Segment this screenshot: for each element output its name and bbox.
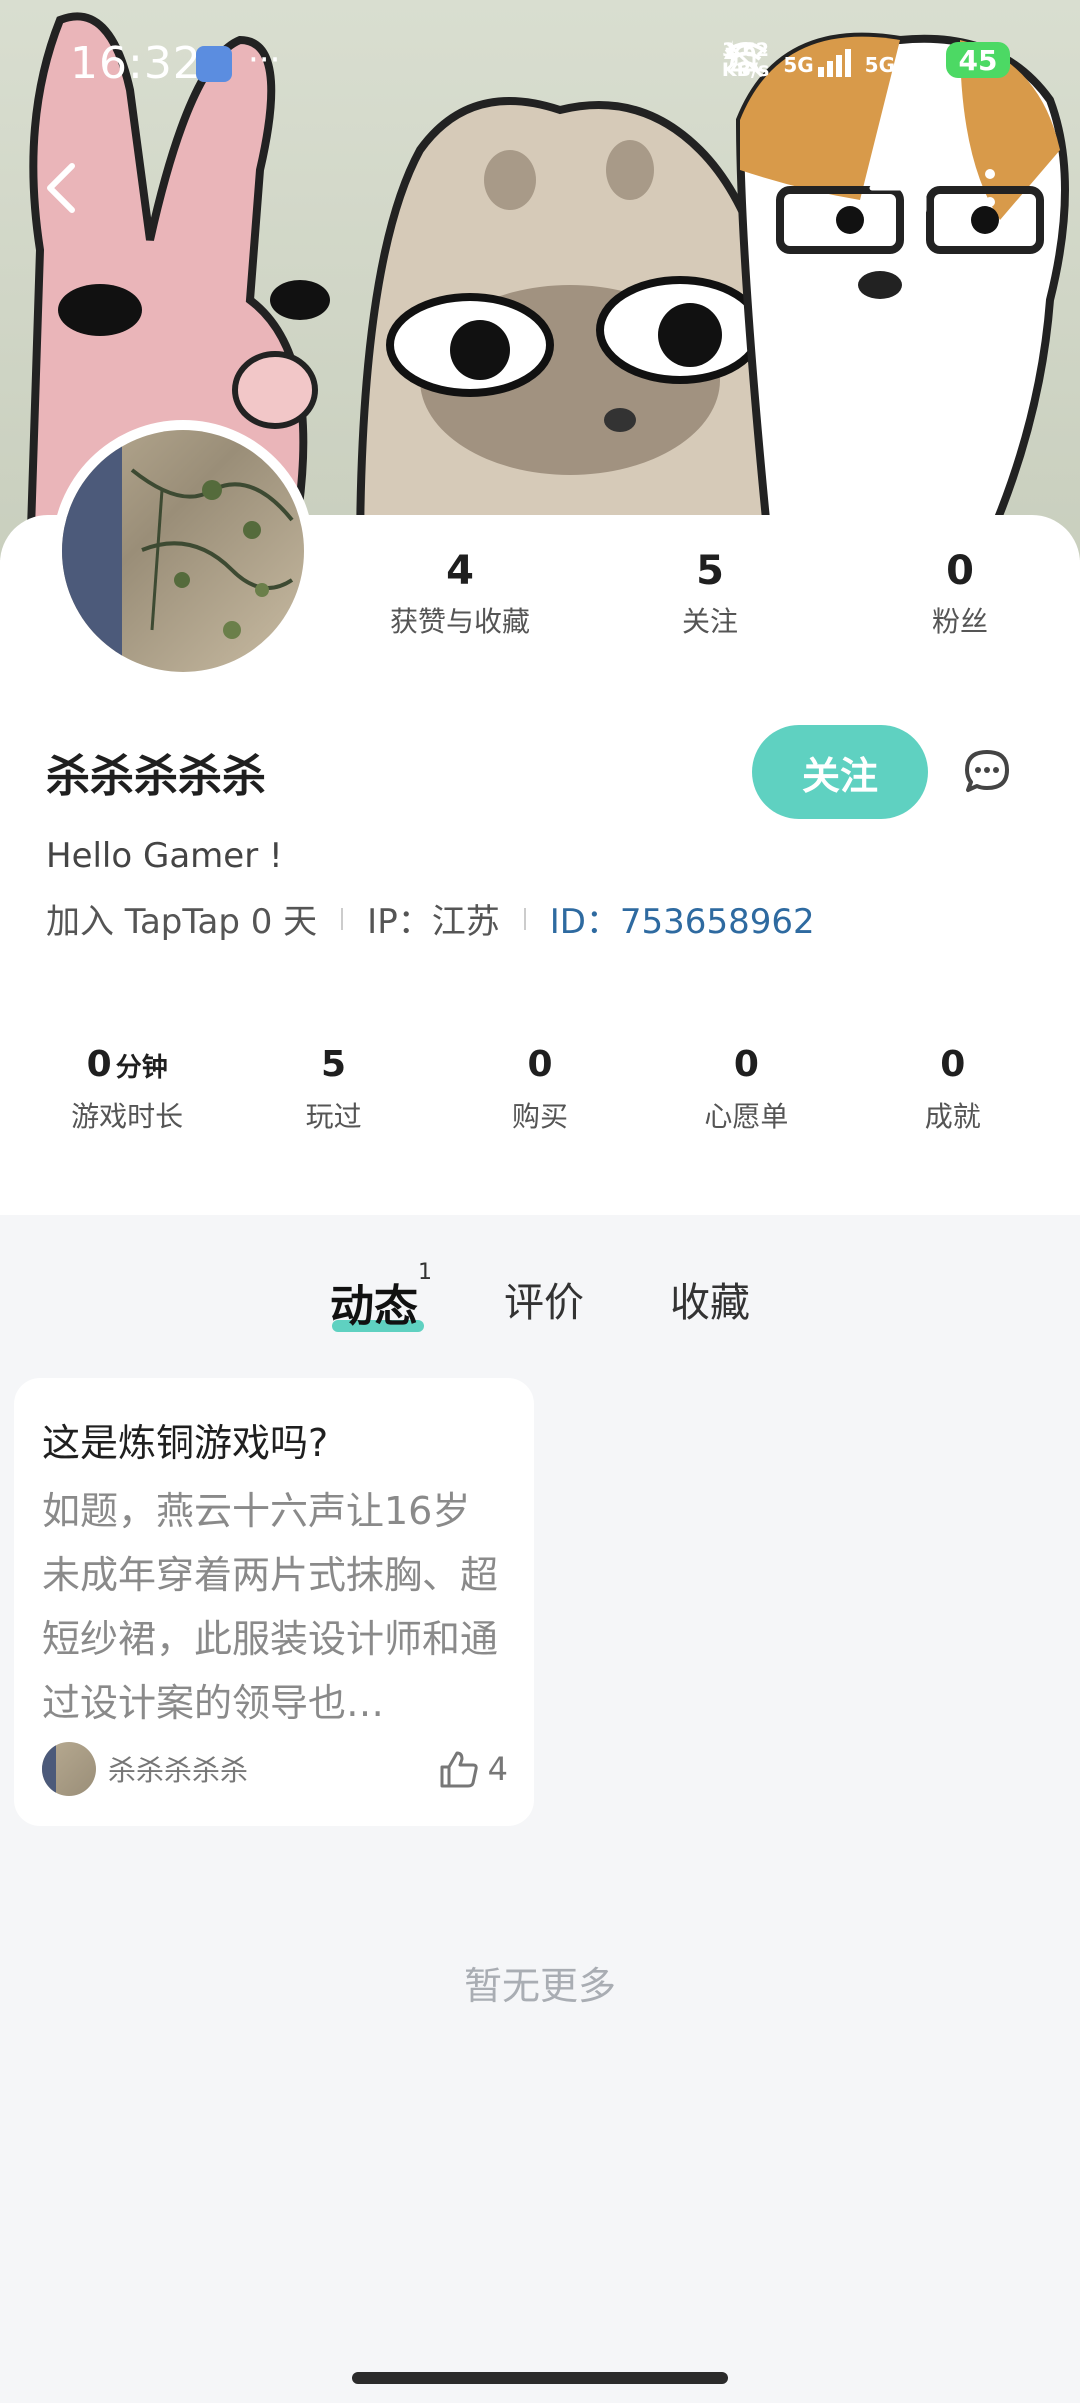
tab-moments[interactable]: 动态 1	[330, 1260, 432, 1334]
thumbs-up-icon	[440, 1751, 478, 1788]
game-stats-card: 0 分钟 游戏时长 5 玩过 0 购买 0 心愿单 0 成就	[24, 972, 1056, 1206]
no-more-text: 暂无更多	[463, 1964, 616, 2008]
profile-meta: 加入 TapTap 0 天 IP：江苏 ID：753658962	[46, 894, 815, 943]
tab-reviews[interactable]: 评价	[504, 1270, 584, 1334]
status-right-group: 3.62 KB/s 5G 5G 45	[722, 40, 1010, 80]
tab-favorites[interactable]: 收藏	[670, 1270, 750, 1334]
stat-value: 5	[321, 1043, 347, 1085]
game-stat-achievements[interactable]: 0 成就	[863, 1044, 1043, 1135]
divider	[341, 907, 344, 930]
author-avatar	[42, 1742, 96, 1796]
stat-following[interactable]: 5 关注	[610, 548, 810, 640]
stat-value: 0	[946, 548, 974, 594]
battery-indicator: 45	[946, 42, 1010, 78]
scan-button[interactable]	[868, 160, 938, 230]
stat-label: 玩过	[305, 1099, 362, 1133]
game-stat-played[interactable]: 5 玩过	[244, 1044, 424, 1135]
stat-followers[interactable]: 0 粉丝	[860, 548, 1060, 640]
avatar-image	[62, 430, 304, 672]
stat-value: 5	[696, 548, 724, 594]
author-name: 杀杀杀杀杀	[108, 1754, 249, 1787]
home-indicator[interactable]	[352, 2372, 728, 2384]
chevron-left-icon	[47, 163, 75, 213]
profile-name: 杀杀杀杀杀	[46, 751, 266, 802]
like-count: 4	[487, 1750, 508, 1788]
charging-icon	[723, 40, 738, 74]
chat-bubble-icon	[965, 750, 1009, 792]
post-title: 这是炼铜游戏吗?	[42, 1421, 329, 1465]
profile-stats: 4 获赞与收藏 5 关注 0 粉丝	[360, 548, 1060, 640]
status-bar: 16:32 ··· 3.62 KB/s 5G 5G	[0, 0, 1080, 130]
game-stat-playtime[interactable]: 0 分钟 游戏时长	[37, 1044, 217, 1135]
stat-value: 0 分钟	[86, 1043, 168, 1085]
signal-sim2: 5G	[865, 43, 932, 77]
more-vertical-icon	[985, 169, 995, 207]
post-author[interactable]: 杀杀杀杀杀	[42, 1742, 248, 1796]
stat-likes-favorites[interactable]: 4 获赞与收藏	[360, 548, 560, 640]
stat-label: 粉丝	[931, 605, 988, 638]
more-notifications-indicator: ···	[248, 40, 281, 80]
profile-bio: Hello Gamer !	[46, 836, 283, 876]
like-button[interactable]: 4	[438, 1749, 508, 1789]
tab-count-badge: 1	[418, 1260, 432, 1285]
follow-button[interactable]: 关注	[752, 725, 928, 819]
stat-label: 成就	[924, 1099, 981, 1133]
notification-app-icon	[196, 46, 232, 82]
game-stat-wishlist[interactable]: 0 心愿单	[656, 1044, 836, 1135]
stat-label: 获赞与收藏	[389, 605, 530, 638]
join-days: 加入 TapTap 0 天	[46, 902, 318, 942]
post-footer: 杀杀杀杀杀 4	[42, 1742, 508, 1796]
stat-value: 0	[527, 1043, 553, 1085]
user-id[interactable]: ID：753658962	[550, 894, 815, 943]
game-stat-bought[interactable]: 0 购买	[450, 1044, 630, 1135]
divider	[523, 907, 526, 930]
scan-icon	[869, 161, 927, 215]
post-body: 如题，燕云十六声让16岁未成年穿着两片式抹胸、超短纱裙，此服装设计师和通过设计案…	[42, 1489, 499, 1725]
stat-value: 0	[733, 1043, 759, 1085]
message-button[interactable]	[940, 725, 1034, 819]
stat-label: 关注	[681, 605, 738, 638]
stat-value: 0	[940, 1043, 966, 1085]
back-button[interactable]	[40, 160, 110, 230]
stat-value: 4	[446, 548, 474, 594]
stat-label: 心愿单	[704, 1099, 789, 1133]
post-card[interactable]: 这是炼铜游戏吗? 如题，燕云十六声让16岁未成年穿着两片式抹胸、超短纱裙，此服装…	[14, 1378, 534, 1826]
content-tabs: 动态 1 评价 收藏	[0, 1260, 1080, 1334]
stat-label: 购买	[511, 1099, 568, 1133]
ip-location: IP：江苏	[367, 902, 500, 942]
status-time: 16:32	[70, 38, 202, 89]
more-button[interactable]	[980, 160, 1050, 230]
profile-avatar[interactable]	[52, 420, 314, 682]
stat-label: 游戏时长	[71, 1099, 184, 1133]
signal-sim1: 5G	[783, 43, 851, 77]
